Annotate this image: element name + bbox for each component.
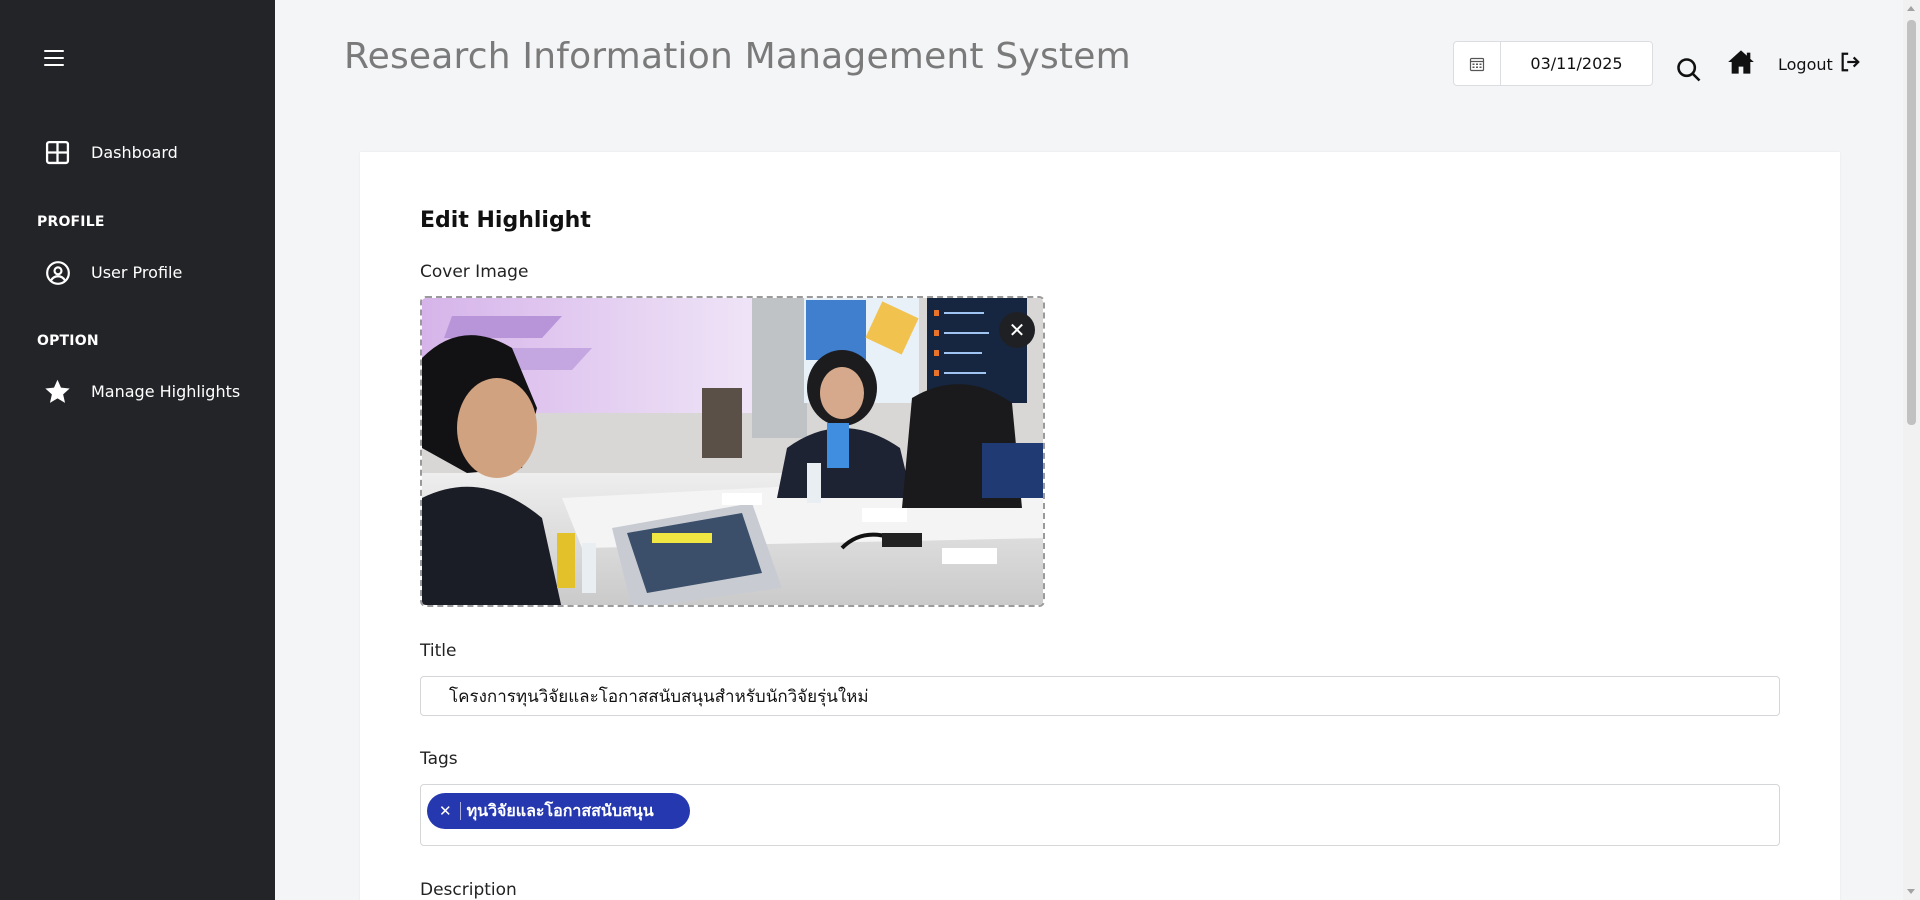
date-picker[interactable]: 03/11/2025: [1453, 41, 1653, 86]
edit-highlight-card: Edit Highlight Cover Image ✕ Title โครงก…: [360, 152, 1840, 900]
sidebar-item-user-profile[interactable]: User Profile: [44, 259, 182, 286]
scroll-down-arrow-icon[interactable]: [1907, 889, 1915, 894]
description-label: Description: [420, 880, 517, 900]
logout-button[interactable]: Logout: [1778, 51, 1861, 77]
app-title: Research Information Management System: [344, 36, 1131, 77]
scrollbar-thumb[interactable]: [1907, 20, 1916, 425]
close-icon: ✕: [1008, 318, 1026, 342]
title-input[interactable]: โครงการทุนวิจัยและโอกาสสนับสนุนสำหรับนัก…: [420, 676, 1780, 716]
home-icon[interactable]: [1727, 49, 1755, 79]
sidebar-item-label: Dashboard: [91, 143, 178, 162]
tags-label: Tags: [420, 749, 458, 769]
sidebar-item-label: Manage Highlights: [91, 382, 241, 401]
remove-image-button[interactable]: ✕: [999, 312, 1035, 348]
scroll-up-arrow-icon[interactable]: [1907, 6, 1915, 11]
title-label: Title: [420, 641, 457, 661]
logout-icon: [1839, 51, 1861, 77]
section-title-profile: PROFILE: [37, 214, 105, 230]
cover-image: [422, 298, 1043, 605]
tag-chip: ✕ ทุนวิจัยและโอกาสสนับสนุน: [427, 793, 690, 829]
search-icon[interactable]: [1675, 56, 1703, 88]
sidebar-item-dashboard[interactable]: Dashboard: [44, 139, 178, 166]
menu-icon[interactable]: [44, 50, 64, 66]
user-circle-icon: [44, 259, 71, 286]
dashboard-icon: [44, 139, 71, 166]
star-icon: [44, 378, 71, 405]
date-value[interactable]: 03/11/2025: [1501, 42, 1652, 85]
cover-image-label: Cover Image: [420, 262, 529, 282]
tag-label: ทุนวิจัยและโอกาสสนับสนุน: [466, 800, 654, 820]
remove-tag-icon[interactable]: ✕: [439, 802, 461, 820]
sidebar-item-manage-highlights[interactable]: Manage Highlights: [44, 378, 240, 405]
section-title-option: OPTION: [37, 333, 99, 349]
calendar-icon[interactable]: [1454, 42, 1501, 85]
sidebar-item-label: User Profile: [91, 263, 183, 282]
cover-image-dropzone[interactable]: ✕: [420, 296, 1045, 607]
logout-label: Logout: [1778, 54, 1833, 74]
tags-input[interactable]: ✕ ทุนวิจัยและโอกาสสนับสนุน: [420, 784, 1780, 846]
page-scrollbar[interactable]: [1903, 0, 1920, 900]
sidebar: Dashboard PROFILE User Profile OPTION Ma…: [0, 0, 275, 900]
page-title: Edit Highlight: [420, 208, 591, 233]
